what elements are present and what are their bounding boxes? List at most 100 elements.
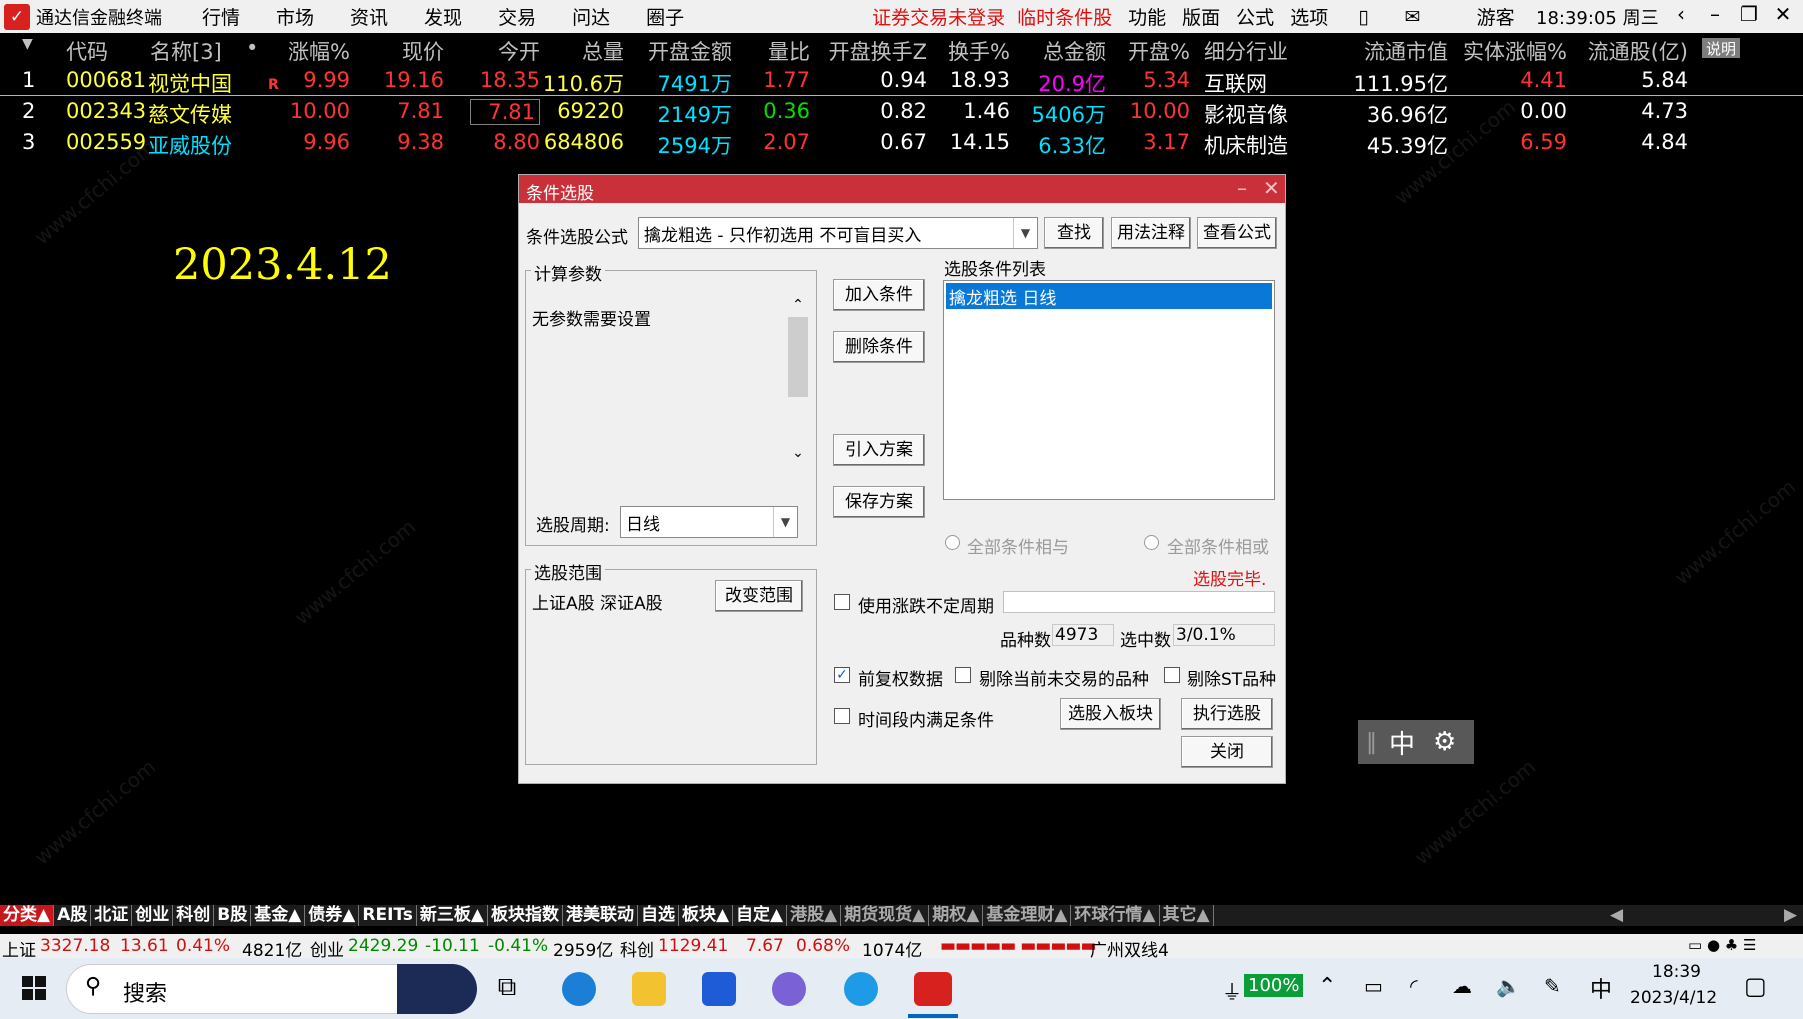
time-period-checkbox[interactable] — [834, 708, 850, 724]
taskbar-time[interactable]: 18:39 — [1652, 962, 1701, 982]
tab-neeq[interactable]: 新三板▲ — [417, 905, 488, 926]
tab-watchlist[interactable]: 自选 — [638, 905, 679, 926]
delete-condition-button[interactable]: 删除条件 — [833, 331, 925, 363]
col-name[interactable]: 名称[3] — [150, 36, 222, 66]
minimize-icon[interactable]: – — [1700, 2, 1730, 30]
mail-icon[interactable]: ✉ — [1405, 6, 1421, 28]
taskbar-search[interactable]: ⚲ 搜索 — [66, 964, 477, 1014]
tab-fund[interactable]: 基金▲ — [251, 905, 306, 926]
drag-handle-icon[interactable]: ‖ — [1366, 730, 1377, 755]
radio-or[interactable] — [1144, 535, 1159, 550]
app-icon[interactable] — [702, 972, 736, 1006]
col-open-amount[interactable]: 开盘金额 — [636, 36, 732, 66]
col-market-cap[interactable]: 流通市值 — [1340, 36, 1448, 66]
usage-notes-button[interactable]: 用法注释 — [1111, 217, 1191, 249]
change-range-button[interactable]: 改变范围 — [715, 580, 803, 612]
col-turnover[interactable]: 换手% — [940, 36, 1010, 66]
col-float-shares[interactable]: 流通股(亿) — [1578, 36, 1688, 66]
tab-hk-us-link[interactable]: 港美联动 — [563, 905, 638, 926]
back-icon[interactable]: ‹ — [1666, 2, 1696, 30]
ime-mode[interactable]: 中 — [1389, 724, 1415, 761]
tab-chinext[interactable]: 创业 — [132, 905, 174, 926]
tab-a-share[interactable]: A股 — [54, 905, 92, 926]
save-plan-button[interactable]: 保存方案 — [833, 486, 925, 518]
execute-button[interactable]: 执行选股 — [1181, 698, 1273, 730]
tab-category[interactable]: 分类▲ — [0, 905, 55, 926]
menu-options[interactable]: 选项 — [1290, 3, 1328, 30]
col-volume-ratio[interactable]: 量比 — [750, 36, 810, 66]
dialog-close-icon[interactable]: ✕ — [1263, 176, 1280, 200]
find-button[interactable]: 查找 — [1044, 217, 1104, 249]
power-plug-icon[interactable]: ⏚ — [1222, 976, 1242, 1005]
ime-indicator[interactable]: 中 — [1590, 972, 1612, 1004]
tab-reits[interactable]: REITs — [359, 905, 417, 926]
exclude-no-trade-checkbox[interactable] — [955, 667, 971, 683]
wifi-icon[interactable]: ◜ — [1410, 974, 1418, 998]
menu-trade[interactable]: 交易 — [498, 3, 536, 30]
battery-percent[interactable]: 100% — [1244, 974, 1304, 997]
variable-period-checkbox[interactable] — [834, 594, 850, 610]
import-plan-button[interactable]: 引入方案 — [833, 434, 925, 466]
chevron-up-icon[interactable]: ⌃ — [1318, 974, 1336, 999]
forward-adjust-checkbox[interactable]: ✓ — [834, 667, 850, 683]
temp-condition-stocks[interactable]: 临时条件股 — [1017, 3, 1112, 30]
col-industry[interactable]: 细分行业 — [1204, 36, 1288, 66]
tab-bse[interactable]: 北证 — [91, 905, 133, 926]
gear-icon[interactable]: ⚙ — [1433, 727, 1456, 757]
params-scrollbar[interactable]: ⌃ ⌄ — [787, 297, 809, 469]
menu-discover[interactable]: 发现 — [424, 3, 462, 30]
tdx-app-icon[interactable] — [914, 972, 952, 1006]
col-body-change[interactable]: 实体涨幅% — [1455, 36, 1567, 66]
col-amount[interactable]: 总金额 — [1030, 36, 1106, 66]
tab-sector-index[interactable]: 板块指数 — [488, 905, 563, 926]
menu-market[interactable]: 行情 — [202, 3, 240, 30]
notification-icon[interactable]: ▢ — [1744, 972, 1767, 1000]
col-volume[interactable]: 总量 — [560, 36, 624, 66]
guest-user[interactable]: 游客 — [1477, 3, 1515, 30]
status-icons[interactable]: ▭ ● ♣ ☰ — [1688, 936, 1756, 954]
list-item[interactable]: 擒龙粗选 日线 — [946, 283, 1272, 309]
chevron-down-icon[interactable]: ▼ — [1013, 218, 1037, 248]
radio-and[interactable] — [945, 535, 960, 550]
table-row[interactable]: 2 002343 慈文传媒 10.00 7.81 7.81 69220 2149… — [0, 96, 1803, 127]
copilot-icon[interactable] — [772, 972, 806, 1006]
phone-icon[interactable]: ▯ — [1358, 6, 1368, 28]
col-price[interactable]: 现价 — [380, 36, 444, 66]
period-select[interactable]: 日线 ▼ — [620, 506, 798, 538]
formula-select[interactable]: 擒龙粗选 - 只作初选用 不可盲目买入 ▼ — [638, 217, 1038, 249]
col-change-pct[interactable]: 涨幅% — [270, 36, 350, 66]
task-view-icon[interactable]: ⧉ — [490, 972, 524, 1006]
tab-bond[interactable]: 债券▲ — [305, 905, 360, 926]
menu-formula[interactable]: 公式 — [1236, 3, 1274, 30]
menu-function[interactable]: 功能 — [1128, 3, 1166, 30]
explain-button[interactable]: 说明 — [1702, 38, 1741, 58]
view-formula-button[interactable]: 查看公式 — [1197, 217, 1277, 249]
tab-custom[interactable]: 自定▲ — [733, 905, 788, 926]
scroll-down-icon[interactable]: ⌄ — [787, 445, 809, 461]
variable-period-field[interactable] — [1003, 591, 1275, 613]
menu-circle[interactable]: 圈子 — [646, 3, 684, 30]
pen-icon[interactable]: ✎ — [1544, 974, 1561, 998]
table-row[interactable]: 3 002559 亚威股份 9.96 9.38 8.80 684806 2594… — [0, 127, 1803, 158]
table-row[interactable]: 1 000681 视觉中国 R 9.99 19.16 18.35 110.6万 … — [0, 65, 1803, 96]
tab-global[interactable]: 环球行情▲ — [1071, 905, 1160, 926]
close-icon[interactable]: ✕ — [1768, 2, 1798, 30]
cloud-icon[interactable]: ☁ — [1452, 974, 1472, 998]
to-block-button[interactable]: 选股入板块 — [1060, 698, 1161, 730]
col-open-turnover[interactable]: 开盘换手Z — [815, 36, 927, 66]
close-button[interactable]: 关闭 — [1181, 736, 1273, 768]
scroll-thumb[interactable] — [788, 317, 808, 397]
ime-floating-widget[interactable]: ‖ 中 ⚙ — [1358, 720, 1474, 764]
col-dot[interactable]: • — [246, 36, 258, 60]
tab-futures[interactable]: 期货现货▲ — [841, 905, 930, 926]
speaker-mute-icon[interactable]: 🔈 — [1496, 974, 1521, 998]
tab-scroll-left-icon[interactable]: ◀ — [1610, 905, 1623, 925]
dialog-titlebar[interactable]: 条件选股 – ✕ — [519, 175, 1285, 204]
restore-icon[interactable]: ❐ — [1734, 2, 1764, 30]
ie-icon[interactable] — [844, 972, 878, 1006]
col-code[interactable]: 代码 — [66, 36, 108, 66]
exclude-st-checkbox[interactable] — [1164, 667, 1180, 683]
add-condition-button[interactable]: 加入条件 — [833, 279, 925, 311]
tab-options[interactable]: 期权▲ — [929, 905, 984, 926]
taskbar-date[interactable]: 2023/4/12 — [1630, 988, 1717, 1008]
